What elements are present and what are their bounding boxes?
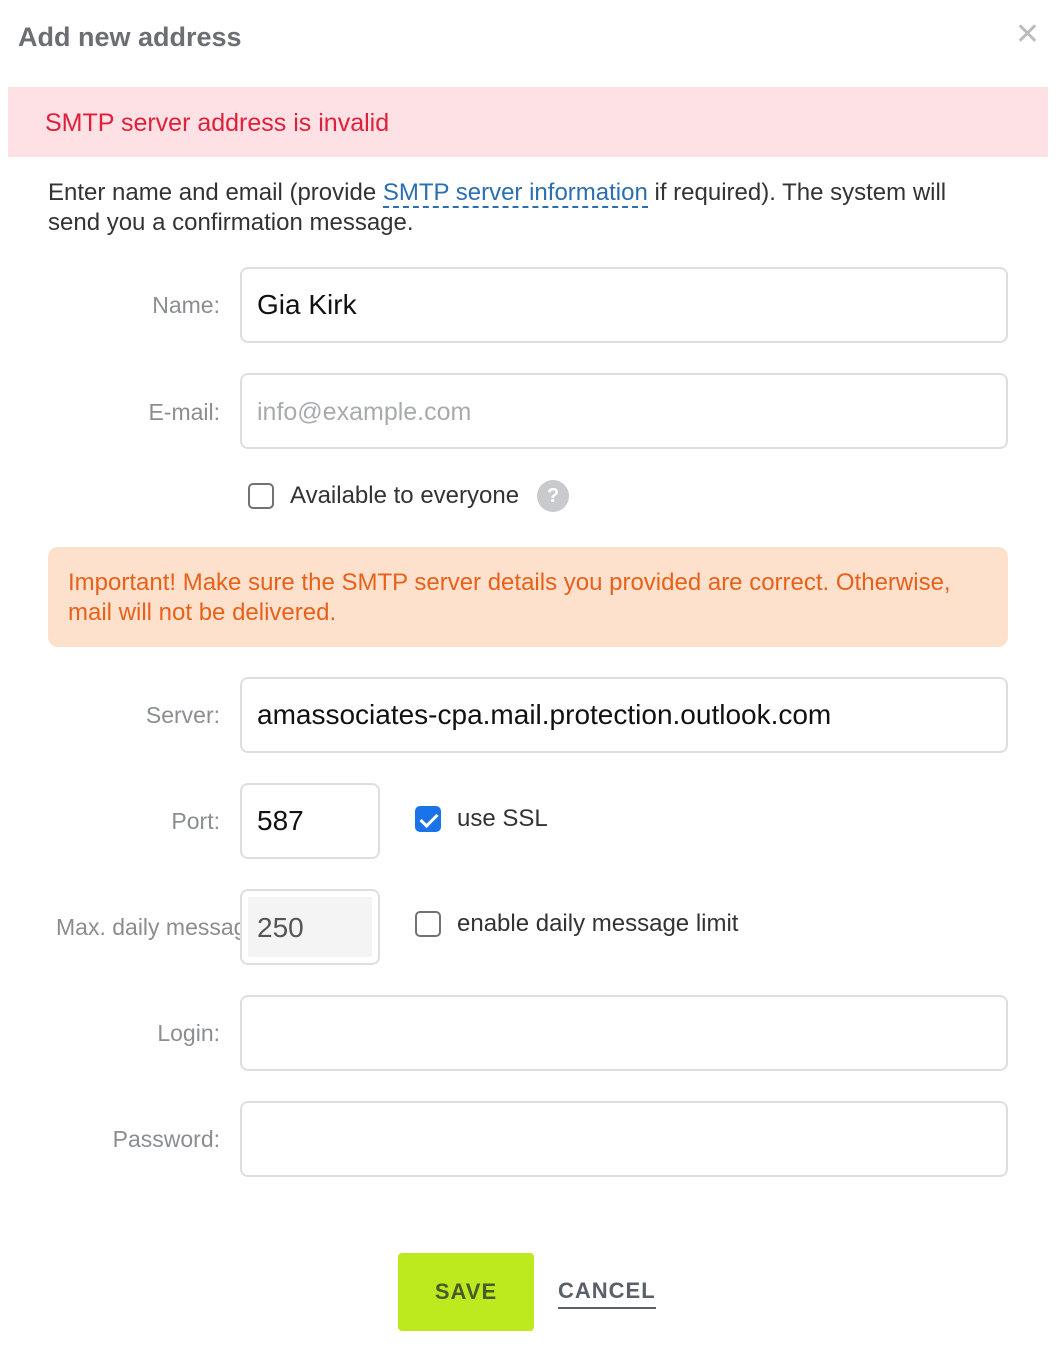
available-checkbox[interactable] [248, 483, 274, 509]
available-label: Available to everyone [290, 482, 520, 509]
dialog-title: Add new address [18, 22, 242, 52]
login-input[interactable] [240, 995, 1008, 1071]
cancel-button[interactable]: CANCEL [558, 1278, 656, 1309]
save-button[interactable]: SAVE [398, 1253, 534, 1331]
available-row: Available to everyone ? [248, 480, 570, 512]
port-input[interactable] [240, 783, 380, 859]
max-daily-label: Max. daily messages: [56, 914, 242, 940]
error-message: SMTP server address is invalid [45, 109, 390, 137]
name-input[interactable] [240, 267, 1008, 343]
password-label: Password: [112, 1126, 220, 1152]
close-icon[interactable]: ✕ [1015, 20, 1040, 50]
daily-limit-checkbox[interactable] [415, 911, 441, 937]
ssl-label: use SSL [457, 805, 548, 832]
ssl-row: use SSL [415, 805, 548, 833]
email-label: E-mail: [148, 399, 220, 425]
daily-limit-label: enable daily message limit [457, 910, 739, 937]
error-banner: SMTP server address is invalid [8, 87, 1048, 157]
smtp-info-link[interactable]: SMTP server information [382, 179, 648, 208]
smtp-warning: Important! Make sure the SMTP server det… [48, 547, 1008, 647]
email-input[interactable] [240, 373, 1008, 449]
ssl-checkbox[interactable] [415, 806, 441, 832]
intro-text-before: Enter name and email (provide [48, 179, 383, 206]
port-label: Port: [171, 808, 220, 834]
dialog-header: Add new address ✕ [0, 0, 1062, 80]
server-input[interactable] [240, 677, 1008, 753]
daily-limit-row: enable daily message limit [415, 910, 738, 938]
intro-text: Enter name and email (provide SMTP serve… [48, 178, 998, 238]
password-input[interactable] [240, 1101, 1008, 1177]
login-label: Login: [157, 1020, 220, 1046]
question-icon[interactable]: ? [537, 480, 570, 512]
name-label: Name: [152, 292, 220, 318]
max-daily-input: 250 [240, 889, 380, 965]
max-daily-value: 250 [248, 897, 372, 957]
server-label: Server: [145, 702, 220, 728]
